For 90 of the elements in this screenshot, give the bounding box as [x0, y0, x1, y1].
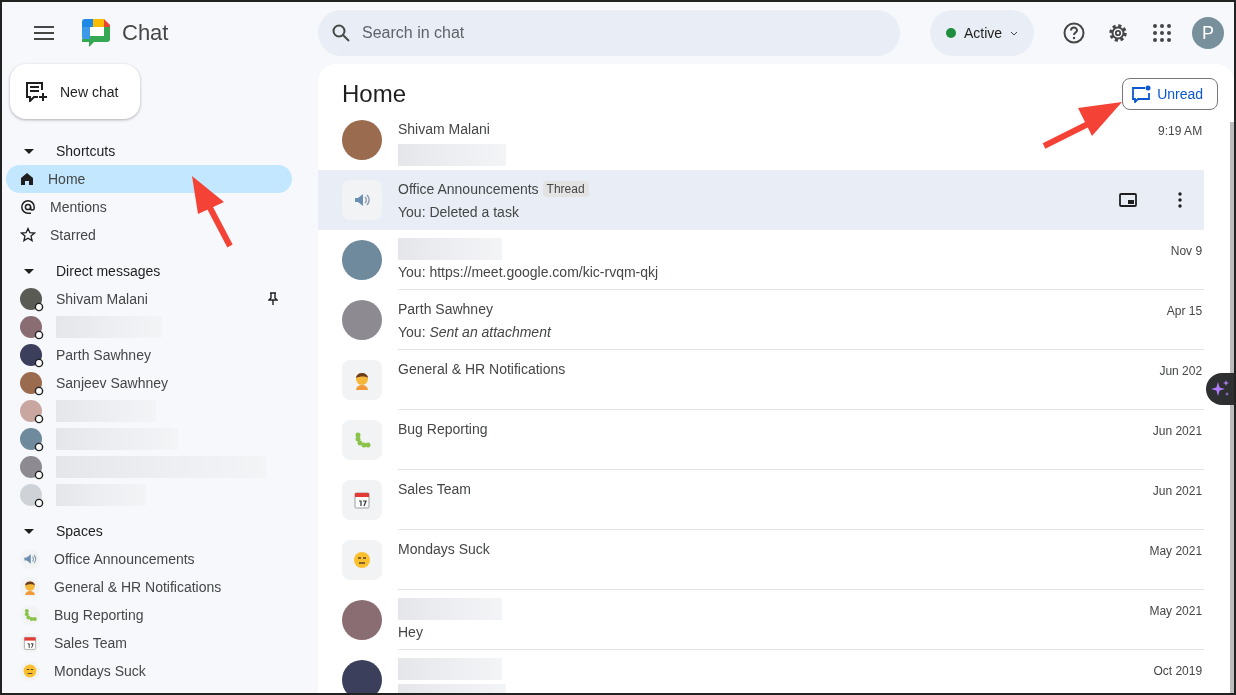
at-icon	[20, 199, 36, 215]
status-ring-icon	[34, 498, 44, 508]
conversation-row[interactable]: Mondays Suck May 2021	[318, 530, 1205, 590]
conversation-name: Mondays Suck	[398, 541, 490, 557]
caret-icon	[24, 146, 34, 156]
photo-placeholder	[342, 240, 382, 280]
help-icon	[1063, 22, 1086, 44]
status-ring-icon	[34, 330, 44, 340]
section-header[interactable]: Spaces	[6, 517, 318, 545]
timestamp: Nov 9	[1170, 243, 1203, 260]
conversation-row[interactable]: Parth Sawhney You: Sent an attachment Apr 15	[318, 290, 1205, 350]
message-preview: You: Deleted a task	[398, 204, 520, 220]
thread-tag: Thread	[542, 181, 589, 197]
photo-placeholder	[342, 600, 382, 640]
conversation-name: Shivam Malani	[398, 121, 490, 137]
status-ring-icon	[34, 414, 44, 424]
conversation-name: Bug Reporting	[398, 421, 488, 437]
page-title: Home	[342, 80, 407, 108]
timestamp: 9:19 AM	[1158, 123, 1203, 140]
unread-chat-icon	[1131, 85, 1152, 103]
section-header[interactable]: Shortcuts	[6, 137, 318, 165]
search-icon	[332, 24, 350, 42]
settings-icon	[1107, 22, 1130, 44]
sidebar-item[interactable]: Home	[6, 165, 292, 193]
message-preview: You: https://meet.google.com/kic-rvqm-qkj	[398, 264, 660, 280]
conversation-name: Parth Sawhney	[398, 301, 493, 317]
status-dropdown[interactable]: Active	[930, 10, 1035, 56]
message-preview: You: Sent an attachment	[398, 324, 553, 340]
sidebar-item[interactable]: Mentions	[6, 193, 292, 221]
face-icon	[352, 550, 372, 570]
conversation-row[interactable]: Oct 2019	[318, 650, 1205, 693]
apps-grid-icon	[1153, 24, 1172, 42]
app-title: Chat	[122, 20, 169, 46]
caret-icon	[24, 266, 34, 276]
conversation-name: Office Announcements	[398, 181, 539, 197]
sidebar-item[interactable]: Starred	[6, 221, 292, 249]
home-icon	[20, 172, 34, 186]
conversation-row[interactable]: General & HR Notifications Jun 202	[318, 350, 1205, 410]
status-ring-icon	[34, 302, 44, 312]
sidebar-item[interactable]: Sales Team	[6, 629, 292, 657]
status-ring-icon	[34, 358, 44, 368]
new-chat-icon	[26, 81, 48, 102]
calendar-icon	[22, 635, 38, 651]
status-ring-icon	[34, 442, 44, 452]
timestamp: Jun 202	[1159, 363, 1203, 380]
conversation-row[interactable]: Office Announcements Thread You: Deleted a task	[318, 170, 1205, 230]
more-vertical-icon	[1178, 192, 1183, 208]
new-chat-button[interactable]: New chat	[10, 64, 140, 119]
chat-logo-icon	[80, 18, 112, 48]
star-icon	[20, 227, 36, 243]
sparkle-button[interactable]	[1206, 373, 1234, 405]
picture-in-picture-icon	[1119, 193, 1138, 207]
face-icon	[22, 663, 38, 679]
sidebar-item[interactable]: General & HR Notifications	[6, 573, 292, 601]
unread-filter-button[interactable]: Unread	[1122, 78, 1219, 110]
conversation-row[interactable]: Shivam Malani 9:19 AM	[318, 110, 1205, 170]
status-ring-icon	[34, 470, 44, 480]
caterpillar-icon	[22, 607, 38, 623]
conversation-row[interactable]: Hey May 2021	[318, 590, 1205, 650]
sidebar-item[interactable]: Office Announcements	[6, 545, 292, 573]
conversation-row[interactable]: Sales Team Jun 2021	[318, 470, 1205, 530]
sidebar-item[interactable]: Bug Reporting	[6, 601, 292, 629]
caret-icon	[1010, 30, 1019, 36]
scrollbar[interactable]	[1230, 122, 1234, 693]
sidebar-item[interactable]: Mondays Suck	[6, 657, 292, 685]
timestamp: Oct 2019	[1153, 663, 1203, 680]
caret-icon	[24, 526, 34, 536]
timestamp: May 2021	[1149, 543, 1203, 560]
message-preview: Hey	[398, 624, 424, 640]
timestamp: Apr 15	[1166, 303, 1203, 320]
conversation-name: Sales Team	[398, 481, 471, 497]
sidebar-item[interactable]: Shivam Malani	[6, 285, 292, 313]
photo-placeholder	[342, 300, 382, 340]
conversation-row[interactable]: Bug Reporting Jun 2021	[318, 410, 1205, 470]
status-ring-icon	[34, 386, 44, 396]
person-icon	[22, 579, 38, 595]
photo-placeholder	[342, 660, 382, 693]
timestamp: Jun 2021	[1152, 423, 1203, 440]
timestamp: May 2021	[1149, 603, 1203, 620]
conversation-name: General & HR Notifications	[398, 361, 566, 377]
menu-icon	[34, 26, 54, 40]
conversation-row[interactable]: You: https://meet.google.com/kic-rvqm-qkj Nov 9	[318, 230, 1205, 290]
sidebar-item[interactable]: Parth Sawhney	[6, 341, 292, 369]
photo-placeholder	[342, 120, 382, 160]
search-field[interactable]: Search in chat	[318, 10, 900, 56]
speaker-icon	[22, 551, 38, 567]
section-header[interactable]: Direct messages	[6, 257, 318, 285]
timestamp: Jun 2021	[1152, 483, 1203, 500]
sidebar-item[interactable]: Sanjeev Sawhney	[6, 369, 292, 397]
calendar-icon	[352, 490, 372, 510]
